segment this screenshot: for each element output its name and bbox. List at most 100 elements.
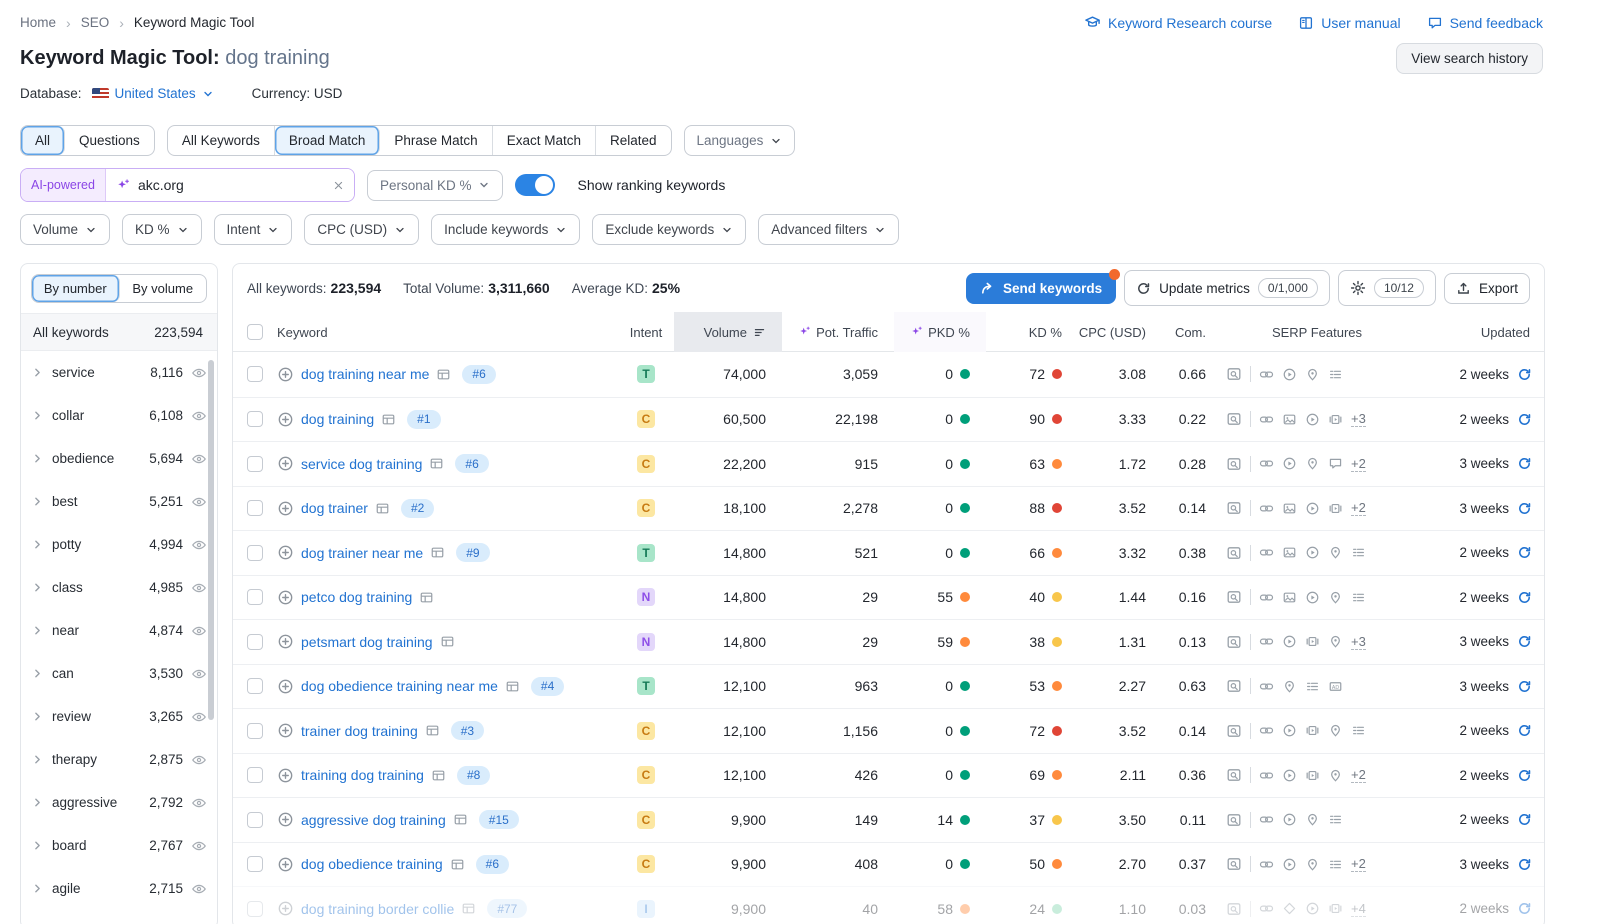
column-pkd[interactable]: PKD % <box>894 312 986 352</box>
eye-icon[interactable] <box>191 709 207 725</box>
serp-preview-icon[interactable] <box>1226 901 1242 917</box>
add-keyword-icon[interactable] <box>277 366 294 383</box>
refresh-icon[interactable] <box>1517 634 1532 649</box>
row-checkbox[interactable] <box>247 901 263 917</box>
sidebar-group-item[interactable]: can3,530 <box>21 652 217 695</box>
chevron-right-icon[interactable] <box>31 624 44 637</box>
chevron-right-icon[interactable] <box>31 882 44 895</box>
sort-by-number-tab[interactable]: By number <box>32 275 120 302</box>
row-checkbox[interactable] <box>247 366 263 382</box>
serp-preview-icon[interactable] <box>1226 812 1242 828</box>
eye-icon[interactable] <box>191 580 207 596</box>
position-badge[interactable]: #1 <box>407 410 440 429</box>
serp-more-count[interactable]: +2 <box>1351 500 1366 516</box>
filter-dropdown-include-keywords[interactable]: Include keywords <box>431 214 580 245</box>
position-badge[interactable]: #6 <box>462 365 495 384</box>
refresh-icon[interactable] <box>1517 456 1532 471</box>
chevron-right-icon[interactable] <box>31 839 44 852</box>
sidebar-group-item[interactable]: collar6,108 <box>21 394 217 437</box>
add-keyword-icon[interactable] <box>277 811 294 828</box>
update-metrics-button[interactable]: Update metrics 0/1,000 <box>1124 270 1330 306</box>
refresh-icon[interactable] <box>1517 545 1532 560</box>
sidebar-group-item[interactable]: near4,874 <box>21 609 217 652</box>
refresh-icon[interactable] <box>1517 412 1532 427</box>
eye-icon[interactable] <box>191 666 207 682</box>
position-badge[interactable]: #2 <box>401 499 434 518</box>
eye-icon[interactable] <box>191 838 207 854</box>
serp-preview-icon[interactable] <box>1226 856 1242 872</box>
chevron-right-icon[interactable] <box>31 452 44 465</box>
serp-snapshot-icon[interactable] <box>430 545 445 560</box>
chevron-right-icon[interactable] <box>31 710 44 723</box>
keyword-link[interactable]: dog obedience training <box>301 856 443 872</box>
column-intent[interactable]: Intent <box>618 312 674 352</box>
add-keyword-icon[interactable] <box>277 500 294 517</box>
keyword-link[interactable]: petco dog training <box>301 589 412 605</box>
filter-dropdown-advanced-filters[interactable]: Advanced filters <box>758 214 899 245</box>
row-checkbox[interactable] <box>247 589 263 605</box>
serp-snapshot-icon[interactable] <box>505 679 520 694</box>
serp-preview-icon[interactable] <box>1226 411 1242 427</box>
breadcrumb-seo[interactable]: SEO <box>81 15 110 30</box>
clear-search-icon[interactable] <box>333 180 344 191</box>
column-keyword[interactable]: Keyword <box>277 312 618 352</box>
serp-preview-icon[interactable] <box>1226 723 1242 739</box>
sidebar-group-item[interactable]: board2,767 <box>21 824 217 867</box>
chevron-right-icon[interactable] <box>31 538 44 551</box>
serp-snapshot-icon[interactable] <box>436 367 451 382</box>
chevron-right-icon[interactable] <box>31 581 44 594</box>
serp-more-count[interactable]: +2 <box>1351 856 1366 872</box>
keyword-link[interactable]: dog training border collie <box>301 901 454 917</box>
intent-badge[interactable]: T <box>637 544 655 562</box>
chevron-right-icon[interactable] <box>31 753 44 766</box>
keyword-link[interactable]: dog training near me <box>301 366 429 382</box>
settings-button[interactable]: 10/12 <box>1338 270 1436 306</box>
help-link[interactable]: Keyword Research course <box>1084 14 1272 31</box>
keyword-link[interactable]: dog training <box>301 411 374 427</box>
position-badge[interactable]: #6 <box>476 855 509 874</box>
tab-questions[interactable]: Questions <box>65 126 154 155</box>
filter-dropdown-volume[interactable]: Volume <box>20 214 110 245</box>
serp-snapshot-icon[interactable] <box>453 812 468 827</box>
add-keyword-icon[interactable] <box>277 900 294 917</box>
show-ranking-keywords-toggle[interactable] <box>515 174 555 196</box>
eye-icon[interactable] <box>191 795 207 811</box>
keyword-link[interactable]: service dog training <box>301 456 422 472</box>
serp-preview-icon[interactable] <box>1226 634 1242 650</box>
column-updated[interactable]: Updated <box>1412 312 1544 352</box>
database-selector[interactable]: United States <box>92 86 214 101</box>
row-checkbox[interactable] <box>247 723 263 739</box>
serp-snapshot-icon[interactable] <box>429 456 444 471</box>
tab-phrase-match[interactable]: Phrase Match <box>380 126 492 155</box>
serp-more-count[interactable]: +3 <box>1351 411 1366 427</box>
chevron-right-icon[interactable] <box>31 495 44 508</box>
row-checkbox[interactable] <box>247 456 263 472</box>
sidebar-group-item[interactable]: service8,116 <box>21 351 217 394</box>
intent-badge[interactable]: C <box>637 855 655 873</box>
refresh-icon[interactable] <box>1517 590 1532 605</box>
serp-preview-icon[interactable] <box>1226 366 1242 382</box>
eye-icon[interactable] <box>191 623 207 639</box>
column-com[interactable]: Com. <box>1162 312 1222 352</box>
filter-dropdown-cpc-usd-[interactable]: CPC (USD) <box>304 214 419 245</box>
intent-badge[interactable]: C <box>637 410 655 428</box>
view-search-history-button[interactable]: View search history <box>1396 43 1543 74</box>
serp-preview-icon[interactable] <box>1226 589 1242 605</box>
column-pot-traffic[interactable]: Pot. Traffic <box>782 312 894 352</box>
keyword-link[interactable]: training dog training <box>301 767 424 783</box>
row-checkbox[interactable] <box>247 767 263 783</box>
position-badge[interactable]: #6 <box>455 454 488 473</box>
sidebar-scrollbar[interactable] <box>208 360 214 720</box>
column-kd[interactable]: KD % <box>986 312 1078 352</box>
add-keyword-icon[interactable] <box>277 544 294 561</box>
eye-icon[interactable] <box>191 494 207 510</box>
serp-more-count[interactable]: +2 <box>1351 456 1366 472</box>
intent-badge[interactable]: C <box>637 766 655 784</box>
position-badge[interactable]: #8 <box>457 766 490 785</box>
keyword-link[interactable]: dog trainer near me <box>301 545 423 561</box>
chevron-right-icon[interactable] <box>31 796 44 809</box>
all-keywords-row[interactable]: All keywords 223,594 <box>21 313 217 351</box>
help-link[interactable]: Send feedback <box>1427 15 1543 31</box>
chevron-right-icon[interactable] <box>31 409 44 422</box>
intent-badge[interactable]: C <box>637 722 655 740</box>
